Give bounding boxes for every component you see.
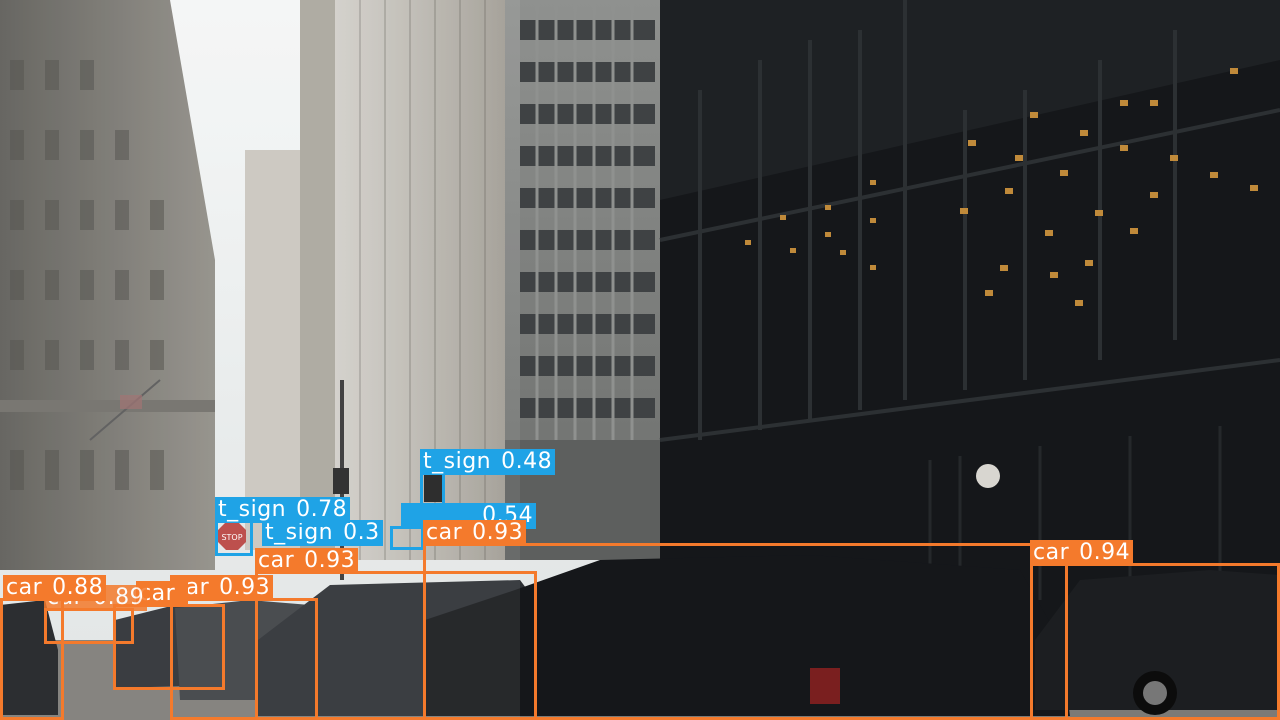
detection-box-t-sign: t_sign 0.48 — [420, 449, 556, 506]
detection-label: car 0.88 — [3, 575, 107, 601]
detection-box-t-sign: t_sign 0.78 — [215, 497, 351, 556]
detection-label: t_sign 0.3 — [262, 520, 383, 546]
detection-label: car 0.93 — [255, 548, 359, 574]
detection-box-car: car 0.94 — [1030, 540, 1280, 720]
grid-tower — [505, 0, 665, 560]
detection-label: t_sign 0.78 — [215, 497, 351, 523]
wall-lamp — [976, 464, 1000, 488]
detection-label: car 0.94 — [1030, 540, 1134, 566]
detection-box-car: car 0.88 — [0, 575, 107, 720]
photo-frame: STOP t_sign0.48 t_sign0.54 t_sign0.3 t_s… — [0, 0, 1280, 720]
detection-label: car 0.93 — [423, 520, 527, 546]
detection-label: t_sign 0.48 — [420, 449, 556, 475]
